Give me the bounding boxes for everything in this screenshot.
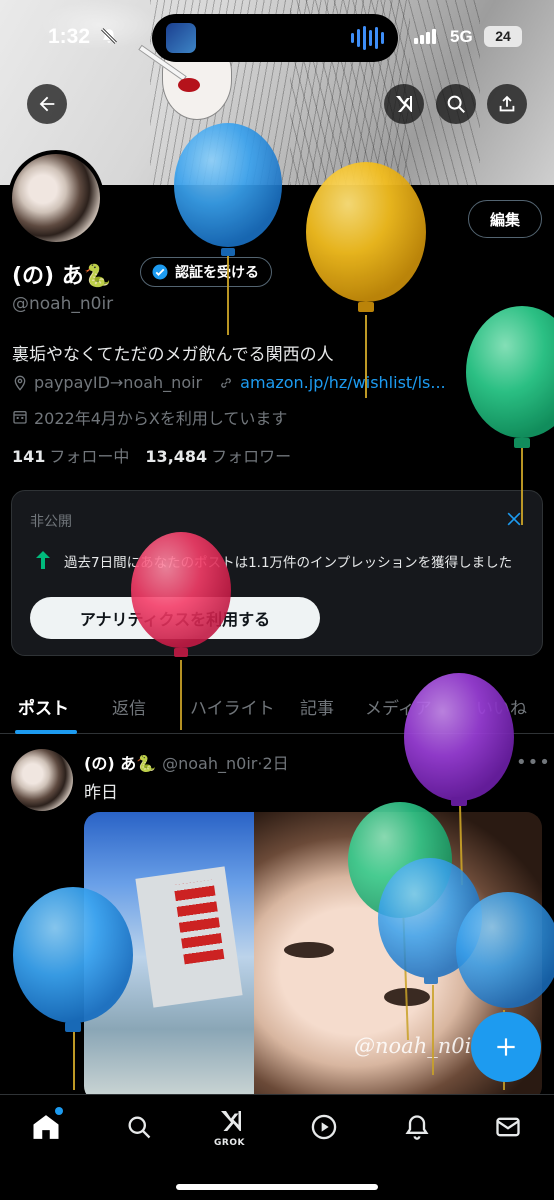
verified-badge-icon (152, 264, 168, 280)
post-header: (の) あ🐍 @noah_n0ir·2日 (84, 750, 289, 774)
active-tab-indicator (15, 730, 77, 734)
private-analytics-card: 非公開 過去7日間にあなたのポストは1.1万件のインプレッションを獲得しました … (11, 490, 543, 656)
profile-joined-row: 2022年4月からXを利用しています (12, 405, 287, 429)
envelope-icon (496, 1117, 520, 1137)
grok-button[interactable] (384, 84, 424, 124)
nav-notifications[interactable] (399, 1109, 435, 1145)
home-indicator[interactable] (176, 1184, 378, 1190)
nav-messages[interactable] (490, 1109, 526, 1145)
post-author-name[interactable]: (の) あ🐍 (84, 754, 156, 773)
following-label: フォロー中 (49, 447, 130, 466)
tab-media[interactable]: メディア (365, 694, 432, 719)
back-button[interactable] (27, 84, 67, 124)
following-link[interactable]: 141 フォロー中 (12, 443, 129, 467)
audio-wave-icon (351, 26, 384, 50)
avatar-image (12, 154, 100, 242)
display-name: (の) あ🐍 (12, 264, 112, 289)
profile-bio: 裏垢やなくてただのメガ飲んでる関西の人 (12, 345, 334, 365)
search-button[interactable] (436, 84, 476, 124)
nav-grok[interactable] (213, 1103, 249, 1139)
plus-icon (497, 1038, 515, 1056)
network-type: 5G (450, 27, 473, 46)
tab-replies[interactable]: 返信 (112, 694, 146, 719)
search-icon (447, 95, 465, 113)
nav-search[interactable] (121, 1109, 157, 1145)
followers-label: フォロワー (211, 447, 292, 466)
arrow-left-icon (39, 96, 55, 112)
more-options-icon[interactable]: ••• (516, 752, 551, 773)
battery-indicator: 24 (484, 26, 522, 47)
post-avatar[interactable] (11, 749, 73, 811)
profile-link[interactable]: amazon.jp/hz/wishlist/ls... (240, 373, 445, 392)
home-icon (33, 1115, 59, 1139)
profile-joined: 2022年4月からXを利用しています (34, 409, 288, 428)
close-icon[interactable] (504, 509, 524, 529)
compose-button[interactable] (471, 1012, 541, 1082)
selfie-eye (284, 942, 334, 958)
followers-link[interactable]: 13,484 フォロワー (145, 443, 291, 467)
private-label: 非公開 (30, 514, 72, 530)
grok-icon (221, 1111, 241, 1131)
nav-video[interactable] (306, 1109, 342, 1145)
island-app-icon (166, 23, 196, 53)
tab-likes[interactable]: いいね (476, 694, 527, 719)
selfie-eye (384, 988, 430, 1006)
post-text: 昨日 (84, 783, 118, 803)
followers-count: 13,484 (145, 447, 208, 466)
tab-highlights[interactable]: ハイライト (190, 694, 275, 719)
dynamic-island[interactable] (152, 14, 398, 62)
notification-dot (55, 1107, 63, 1115)
grok-label: GROK (214, 1138, 245, 1148)
get-verified-label: 認証を受ける (175, 265, 259, 281)
status-time: 1:32 (48, 25, 91, 48)
tab-posts[interactable]: ポスト (18, 694, 69, 719)
post-author-handle: @noah_n0ir (162, 754, 258, 773)
tab-articles[interactable]: 記事 (300, 694, 334, 719)
bell-icon (405, 1115, 429, 1140)
grok-icon (396, 96, 412, 112)
profile-location: paypayID→noah_noir (34, 373, 203, 392)
following-count: 141 (12, 447, 46, 466)
profile-handle: @noah_n0ir (12, 294, 114, 314)
arrow-up-icon (36, 551, 50, 569)
follow-stats: 141 フォロー中 13,484 フォロワー (12, 443, 291, 467)
share-button[interactable] (487, 84, 527, 124)
impressions-message: 過去7日間にあなたのポストは1.1万件のインプレッションを獲得しました (64, 555, 513, 571)
bell-off-icon (101, 28, 117, 44)
analytics-button[interactable]: アナリティクスを利用する (30, 597, 320, 639)
profile-avatar[interactable] (8, 150, 104, 246)
edit-profile-button[interactable]: 編集 (468, 200, 542, 238)
profile-tabs: ポスト 返信 ハイライト 記事 メディア いいね (0, 682, 554, 734)
search-icon (128, 1116, 151, 1139)
post-time: 2日 (262, 754, 289, 773)
link-icon (221, 377, 231, 388)
media-watermark: @noah_n0ir (354, 1034, 482, 1058)
get-verified-button[interactable]: 認証を受ける (140, 257, 272, 287)
status-bar: 1:32 5G 24 (0, 0, 554, 76)
banner-lips (178, 78, 200, 92)
calendar-icon (13, 411, 27, 424)
signal-icon (414, 29, 436, 44)
media-image-bottle (84, 812, 254, 1102)
share-icon (499, 95, 515, 112)
play-icon (311, 1114, 337, 1140)
profile-meta-row: paypayID→noah_noir amazon.jp/hz/wishlist… (12, 373, 446, 392)
location-icon (14, 375, 26, 391)
